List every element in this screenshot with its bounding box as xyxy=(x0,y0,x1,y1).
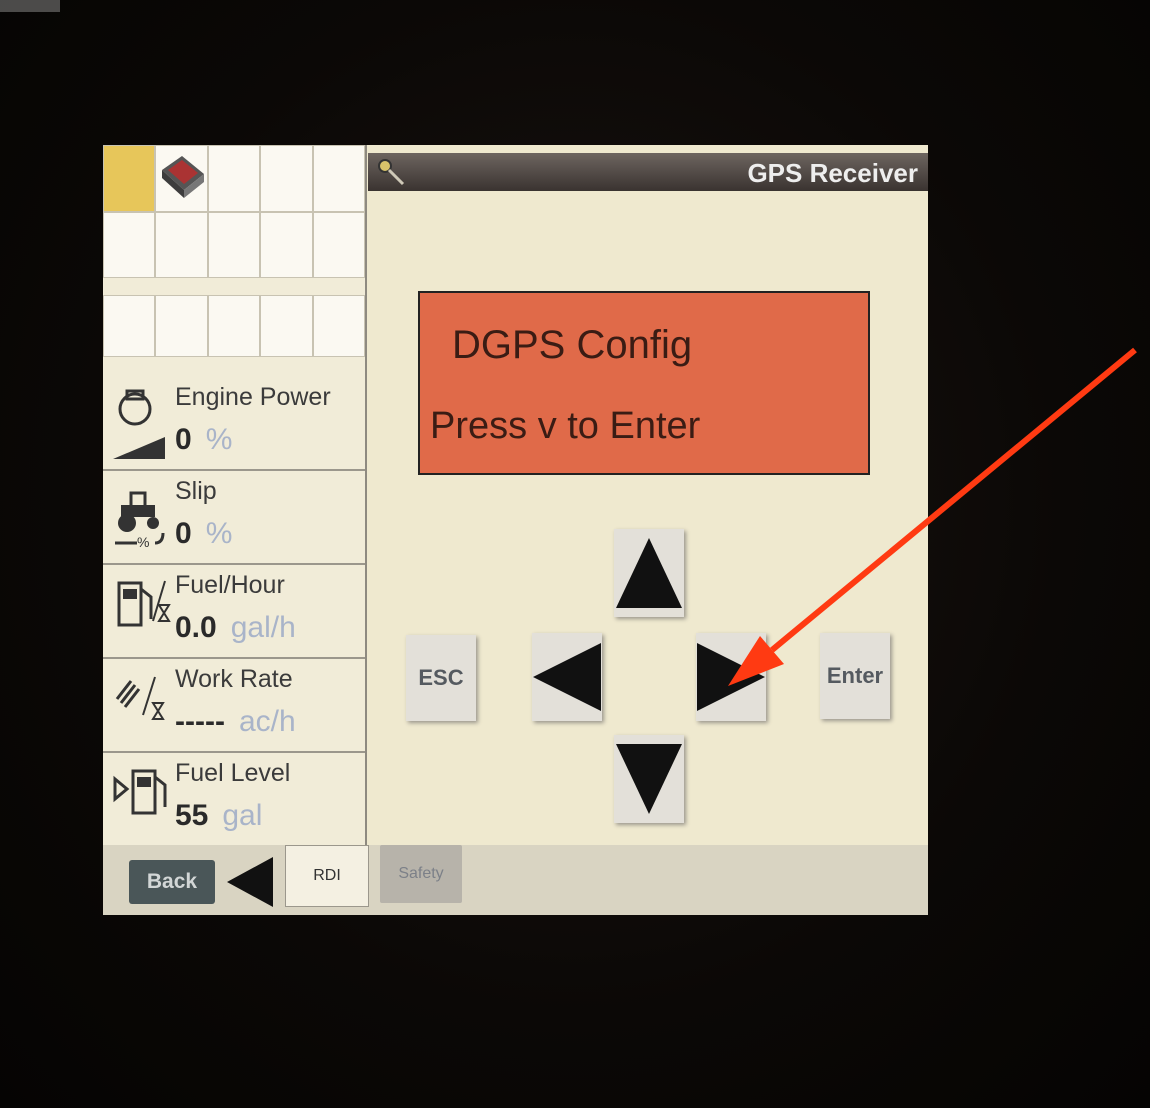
gauge-label: Engine Power xyxy=(175,383,331,411)
shortcut-slot[interactable] xyxy=(260,145,313,212)
shortcut-slot[interactable] xyxy=(207,295,261,357)
shortcut-slot[interactable] xyxy=(260,295,313,357)
arrow-up-icon xyxy=(616,538,682,608)
gps-receiver-panel: DGPS Config Press v to Enter ESC Enter xyxy=(368,191,913,841)
shortcut-slot[interactable] xyxy=(155,211,208,278)
back-arrow-icon[interactable] xyxy=(227,857,273,907)
gauge-fuel-level[interactable]: Fuel Level 55 gal xyxy=(103,753,365,847)
gauge-unit: ac/h xyxy=(238,705,296,738)
gauge-unit: % xyxy=(205,423,233,456)
gauge-number: 55 xyxy=(175,799,209,832)
arrow-right-icon xyxy=(697,643,765,711)
photo-corner xyxy=(0,0,60,12)
gauge-value: 55 gal xyxy=(175,799,262,833)
gauge-slip[interactable]: % Slip 0% xyxy=(103,471,365,565)
display-line-1: DGPS Config xyxy=(452,323,693,367)
back-button[interactable]: Back xyxy=(129,860,215,904)
key-icon xyxy=(378,159,405,186)
tab-safety-label: Safety xyxy=(398,865,444,882)
esc-button[interactable]: ESC xyxy=(406,635,476,721)
shortcut-grid-top xyxy=(103,145,365,278)
gauge-unit: gal/h xyxy=(230,611,296,644)
terminal-screen: Engine Power 0% % Slip 0% Fuel/Hour 0.0 … xyxy=(103,145,928,915)
shortcut-slot-manual[interactable] xyxy=(155,145,208,212)
arrow-down-icon xyxy=(616,744,682,814)
up-arrow-button[interactable] xyxy=(614,529,684,617)
gauge-value: 0% xyxy=(175,423,232,457)
enter-button[interactable]: Enter xyxy=(820,633,890,719)
fuel-level-icon xyxy=(113,769,167,815)
tab-rdi[interactable]: RDI xyxy=(285,845,369,907)
shortcut-slot[interactable] xyxy=(312,145,365,212)
gauge-value: 0% xyxy=(175,517,232,551)
shortcut-slot-selected[interactable] xyxy=(103,145,156,212)
gauge-label: Fuel/Hour xyxy=(175,571,285,599)
shortcut-slot[interactable] xyxy=(260,211,313,278)
enter-label: Enter xyxy=(826,663,884,688)
left-arrow-button[interactable] xyxy=(532,633,602,721)
shortcut-slot[interactable] xyxy=(207,145,261,212)
work-rate-icon xyxy=(115,676,165,720)
shortcut-slot[interactable] xyxy=(312,211,365,278)
shortcut-grid-middle xyxy=(103,295,365,357)
back-label: Back xyxy=(146,870,198,893)
gauge-label: Work Rate xyxy=(175,665,293,693)
page-title: GPS Receiver xyxy=(747,158,918,188)
gauge-number: ----- xyxy=(175,705,225,738)
gauge-fuel-hour[interactable]: Fuel/Hour 0.0 gal/h xyxy=(103,565,365,659)
gauge-work-rate[interactable]: Work Rate ----- ac/h xyxy=(103,659,365,753)
gauge-number: 0 xyxy=(175,517,192,550)
gauge-engine-power[interactable]: Engine Power 0% xyxy=(103,377,365,471)
right-arrow-button[interactable] xyxy=(696,633,766,721)
manual-book-icon xyxy=(162,156,205,198)
gauge-value: ----- ac/h xyxy=(175,705,296,739)
shortcut-slot[interactable] xyxy=(312,295,365,357)
gauge-number: 0 xyxy=(175,423,192,456)
fuel-pump-hourglass-icon xyxy=(117,580,171,627)
page-header: GPS Receiver xyxy=(368,153,928,191)
gauge-number: 0.0 xyxy=(175,611,217,644)
gauge-value: 0.0 gal/h xyxy=(175,611,296,645)
shortcut-slot[interactable] xyxy=(207,211,261,278)
down-arrow-button[interactable] xyxy=(614,735,684,823)
tab-rdi-label: RDI xyxy=(313,867,341,884)
tractor-slip-icon: % xyxy=(115,491,165,550)
shortcut-slot[interactable] xyxy=(155,295,208,357)
gauge-list: Engine Power 0% % Slip 0% Fuel/Hour 0.0 … xyxy=(103,377,365,847)
gauge-label: Slip xyxy=(175,477,217,505)
gauge-label: Fuel Level xyxy=(175,759,291,787)
lcd-display: DGPS Config Press v to Enter xyxy=(418,291,870,475)
esc-label: ESC xyxy=(418,665,464,690)
left-column: Engine Power 0% % Slip 0% Fuel/Hour 0.0 … xyxy=(103,145,367,847)
gauge-unit: % xyxy=(205,517,233,550)
engine-power-icon xyxy=(113,389,165,459)
shortcut-slot[interactable] xyxy=(103,295,156,357)
arrow-left-icon xyxy=(533,643,601,711)
tab-safety[interactable]: Safety xyxy=(380,845,462,903)
svg-text:%: % xyxy=(137,534,149,550)
display-line-2: Press v to Enter xyxy=(430,405,701,447)
shortcut-slot[interactable] xyxy=(103,211,156,278)
gauge-unit: gal xyxy=(222,799,263,832)
